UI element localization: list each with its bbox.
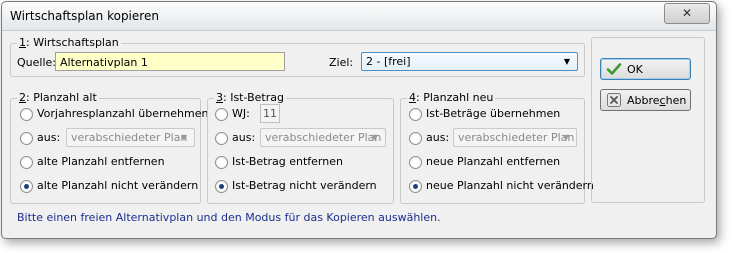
radio-button[interactable] xyxy=(215,108,228,121)
radio-ist-betraege-uebernehmen[interactable]: Ist-Beträge übernehmen xyxy=(409,106,581,122)
radio-neue-planzahl-entfernen[interactable]: neue Planzahl entfernen xyxy=(409,154,581,170)
radio-vorjahresplanzahl[interactable]: Vorjahresplanzahl übernehmen xyxy=(20,106,208,122)
radio-alte-planzahl-entfernen[interactable]: alte Planzahl entfernen xyxy=(20,154,198,170)
status-hint-text: Bitte einen freien Alternativplan und de… xyxy=(17,211,441,224)
radio-ist-betrag-entfernen[interactable]: Ist-Betrag entfernen xyxy=(215,154,390,170)
radio-button[interactable] xyxy=(20,156,33,169)
radio-button[interactable] xyxy=(20,108,33,121)
radio-neu-aus[interactable]: aus: xyxy=(409,130,449,146)
planzahl-alt-legend: 2: Planzahl alt xyxy=(17,91,99,104)
abbrechen-button[interactable]: Abbrechen xyxy=(600,89,691,111)
neu-aus-select[interactable]: verabschiedeter Plan ▼ xyxy=(453,128,577,147)
close-button[interactable]: ✕ xyxy=(664,3,710,24)
planzahl-neu-legend: 4: Planzahl neu xyxy=(407,91,496,104)
abbrechen-label: Abbrechen xyxy=(627,94,687,107)
close-icon: ✕ xyxy=(681,6,693,20)
radio-button[interactable] xyxy=(20,132,33,145)
radio-ist-betrag-nicht-veraendern[interactable]: Ist-Betrag nicht verändern xyxy=(215,178,390,194)
radio-button[interactable] xyxy=(215,132,228,145)
chevron-down-icon: ▼ xyxy=(563,57,571,66)
chevron-down-icon: ▼ xyxy=(371,133,379,142)
radio-button-checked[interactable] xyxy=(409,180,422,193)
dialog-window: Wirtschaftsplan kopieren ✕ 1: Wirtschaft… xyxy=(1,1,717,239)
title-bar[interactable]: Wirtschaftsplan kopieren ✕ xyxy=(2,2,716,31)
quelle-field[interactable]: Alternativplan 1 xyxy=(55,52,285,71)
wj-input[interactable]: 11 xyxy=(260,104,280,123)
radio-button-checked[interactable] xyxy=(215,180,228,193)
radio-button[interactable] xyxy=(409,132,422,145)
planzahl-neu-group: 4: Planzahl neu Ist-Beträge übernehmen a… xyxy=(400,91,594,204)
ok-label: OK xyxy=(627,63,643,76)
radio-wj[interactable]: WJ: xyxy=(215,106,255,122)
radio-button-checked[interactable] xyxy=(20,180,33,193)
ist-aus-select[interactable]: verabschiedeter Plan ▼ xyxy=(260,128,386,147)
ziel-select[interactable]: 2 - [frei] ▼ xyxy=(361,52,578,71)
quelle-label: Quelle: xyxy=(17,56,56,69)
cancel-x-icon xyxy=(607,93,621,107)
wirtschaftsplan-group: 1: Wirtschaftsplan Quelle: Alternativpla… xyxy=(10,36,585,77)
window-title: Wirtschaftsplan kopieren xyxy=(10,9,159,23)
radio-button[interactable] xyxy=(215,156,228,169)
checkmark-icon xyxy=(606,63,622,75)
ist-betrag-legend: 3: Ist-Betrag xyxy=(214,91,286,104)
chevron-down-icon: ▼ xyxy=(180,133,188,142)
radio-button[interactable] xyxy=(409,156,422,169)
chevron-down-icon: ▼ xyxy=(562,133,570,142)
ziel-label: Ziel: xyxy=(329,56,354,69)
radio-neue-planzahl-nicht-veraendern[interactable]: neue Planzahl nicht verändern xyxy=(409,178,594,194)
ok-button[interactable]: OK xyxy=(600,58,691,80)
radio-alt-aus[interactable]: aus: xyxy=(20,130,60,146)
ist-betrag-group: 3: Ist-Betrag WJ: 11 aus: verabschiedete… xyxy=(207,91,394,204)
radio-ist-aus[interactable]: aus: xyxy=(215,130,255,146)
planzahl-alt-group: 2: Planzahl alt Vorjahresplanzahl überne… xyxy=(10,91,208,204)
radio-alte-planzahl-nicht-veraendern[interactable]: alte Planzahl nicht verändern xyxy=(20,178,198,194)
radio-button[interactable] xyxy=(409,108,422,121)
alt-aus-select[interactable]: verabschiedeter Plan ▼ xyxy=(66,128,195,147)
wirtschaftsplan-legend: 1: Wirtschaftsplan xyxy=(17,36,121,49)
